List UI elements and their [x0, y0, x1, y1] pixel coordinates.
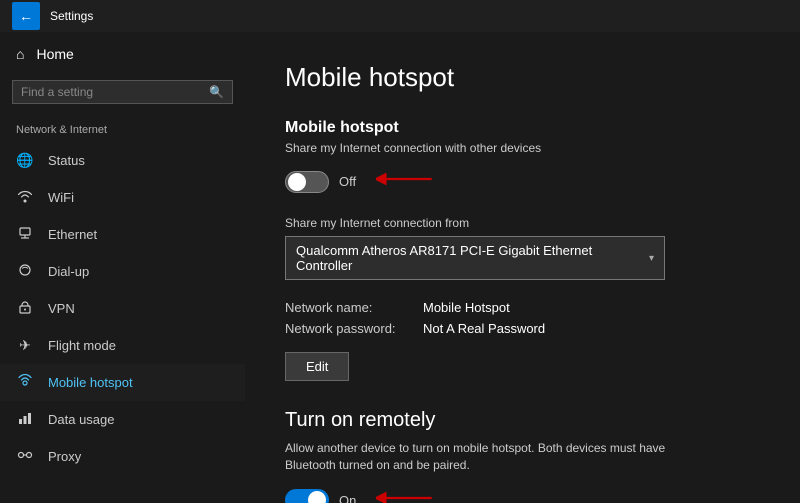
sidebar-home[interactable]: ⌂ Home [0, 32, 245, 76]
sidebar-item-label: WiFi [48, 190, 74, 205]
hotspot-toggle-row: Off [285, 167, 760, 196]
proxy-icon [16, 448, 34, 465]
remote-toggle-label: On [339, 493, 356, 503]
hotspot-section-desc: Share my Internet connection with other … [285, 141, 760, 155]
arrow-annotation-1 [376, 167, 436, 196]
dropdown-value: Qualcomm Atheros AR8171 PCI-E Gigabit Et… [296, 243, 649, 273]
wifi-icon [16, 189, 34, 206]
data-usage-icon [16, 411, 34, 428]
network-password-value: Not A Real Password [423, 321, 545, 336]
remote-toggle[interactable] [285, 489, 329, 503]
sidebar-item-dialup[interactable]: Dial-up [0, 253, 245, 290]
hotspot-section-title: Mobile hotspot [285, 119, 760, 137]
network-password-row: Network password: Not A Real Password [285, 321, 760, 336]
network-info: Network name: Mobile Hotspot Network pas… [285, 300, 760, 336]
sidebar-section-title: Network & Internet [0, 116, 245, 142]
remotely-desc: Allow another device to turn on mobile h… [285, 440, 705, 474]
connection-from-section: Share my Internet connection from Qualco… [285, 216, 760, 280]
hotspot-toggle-knob [288, 173, 306, 191]
hotspot-icon [16, 374, 34, 391]
hotspot-toggle[interactable] [285, 171, 329, 193]
sidebar-item-vpn[interactable]: VPN [0, 290, 245, 327]
titlebar-title: Settings [50, 9, 93, 23]
flight-icon: ✈ [16, 337, 34, 354]
sidebar-item-flight-mode[interactable]: ✈ Flight mode [0, 327, 245, 364]
sidebar-item-label: Ethernet [48, 227, 97, 242]
app-body: ⌂ Home 🔍 Network & Internet 🌐 Status WiF… [0, 32, 800, 503]
sidebar-item-label: Status [48, 153, 85, 168]
sidebar-item-wifi[interactable]: WiFi [0, 179, 245, 216]
network-name-row: Network name: Mobile Hotspot [285, 300, 760, 315]
search-input[interactable] [21, 85, 203, 99]
search-icon: 🔍 [209, 85, 224, 99]
sidebar-item-label: Mobile hotspot [48, 375, 133, 390]
sidebar-item-data-usage[interactable]: Data usage [0, 401, 245, 438]
titlebar: ← Settings [0, 0, 800, 32]
main-content: Mobile hotspot Mobile hotspot Share my I… [245, 32, 800, 503]
sidebar-item-label: VPN [48, 301, 75, 316]
chevron-down-icon: ▾ [649, 253, 654, 264]
sidebar-home-label: Home [36, 46, 73, 62]
remote-toggle-row: On [285, 486, 760, 503]
sidebar: ⌂ Home 🔍 Network & Internet 🌐 Status WiF… [0, 32, 245, 503]
sidebar-item-label: Flight mode [48, 338, 116, 353]
search-box[interactable]: 🔍 [12, 80, 233, 104]
sidebar-item-ethernet[interactable]: Ethernet [0, 216, 245, 253]
edit-button[interactable]: Edit [285, 352, 349, 381]
sidebar-item-mobile-hotspot[interactable]: Mobile hotspot [0, 364, 245, 401]
network-name-value: Mobile Hotspot [423, 300, 510, 315]
back-icon: ← [19, 8, 33, 24]
sidebar-item-label: Dial-up [48, 264, 89, 279]
dialup-icon [16, 263, 34, 280]
sidebar-item-status[interactable]: 🌐 Status [0, 142, 245, 179]
page-title: Mobile hotspot [285, 62, 760, 93]
back-button[interactable]: ← [12, 2, 40, 30]
network-password-label: Network password: [285, 321, 415, 336]
ethernet-icon [16, 226, 34, 243]
connection-dropdown[interactable]: Qualcomm Atheros AR8171 PCI-E Gigabit Et… [285, 236, 665, 280]
sidebar-item-label: Data usage [48, 412, 115, 427]
hotspot-toggle-label: Off [339, 174, 356, 189]
sidebar-item-proxy[interactable]: Proxy [0, 438, 245, 475]
arrow-annotation-2 [376, 486, 436, 503]
dropdown-label: Share my Internet connection from [285, 216, 760, 230]
sidebar-item-label: Proxy [48, 449, 81, 464]
globe-icon: 🌐 [16, 152, 34, 169]
remote-toggle-knob [308, 491, 326, 503]
network-name-label: Network name: [285, 300, 415, 315]
vpn-icon [16, 300, 34, 317]
home-icon: ⌂ [16, 46, 24, 62]
remotely-title: Turn on remotely [285, 409, 760, 432]
